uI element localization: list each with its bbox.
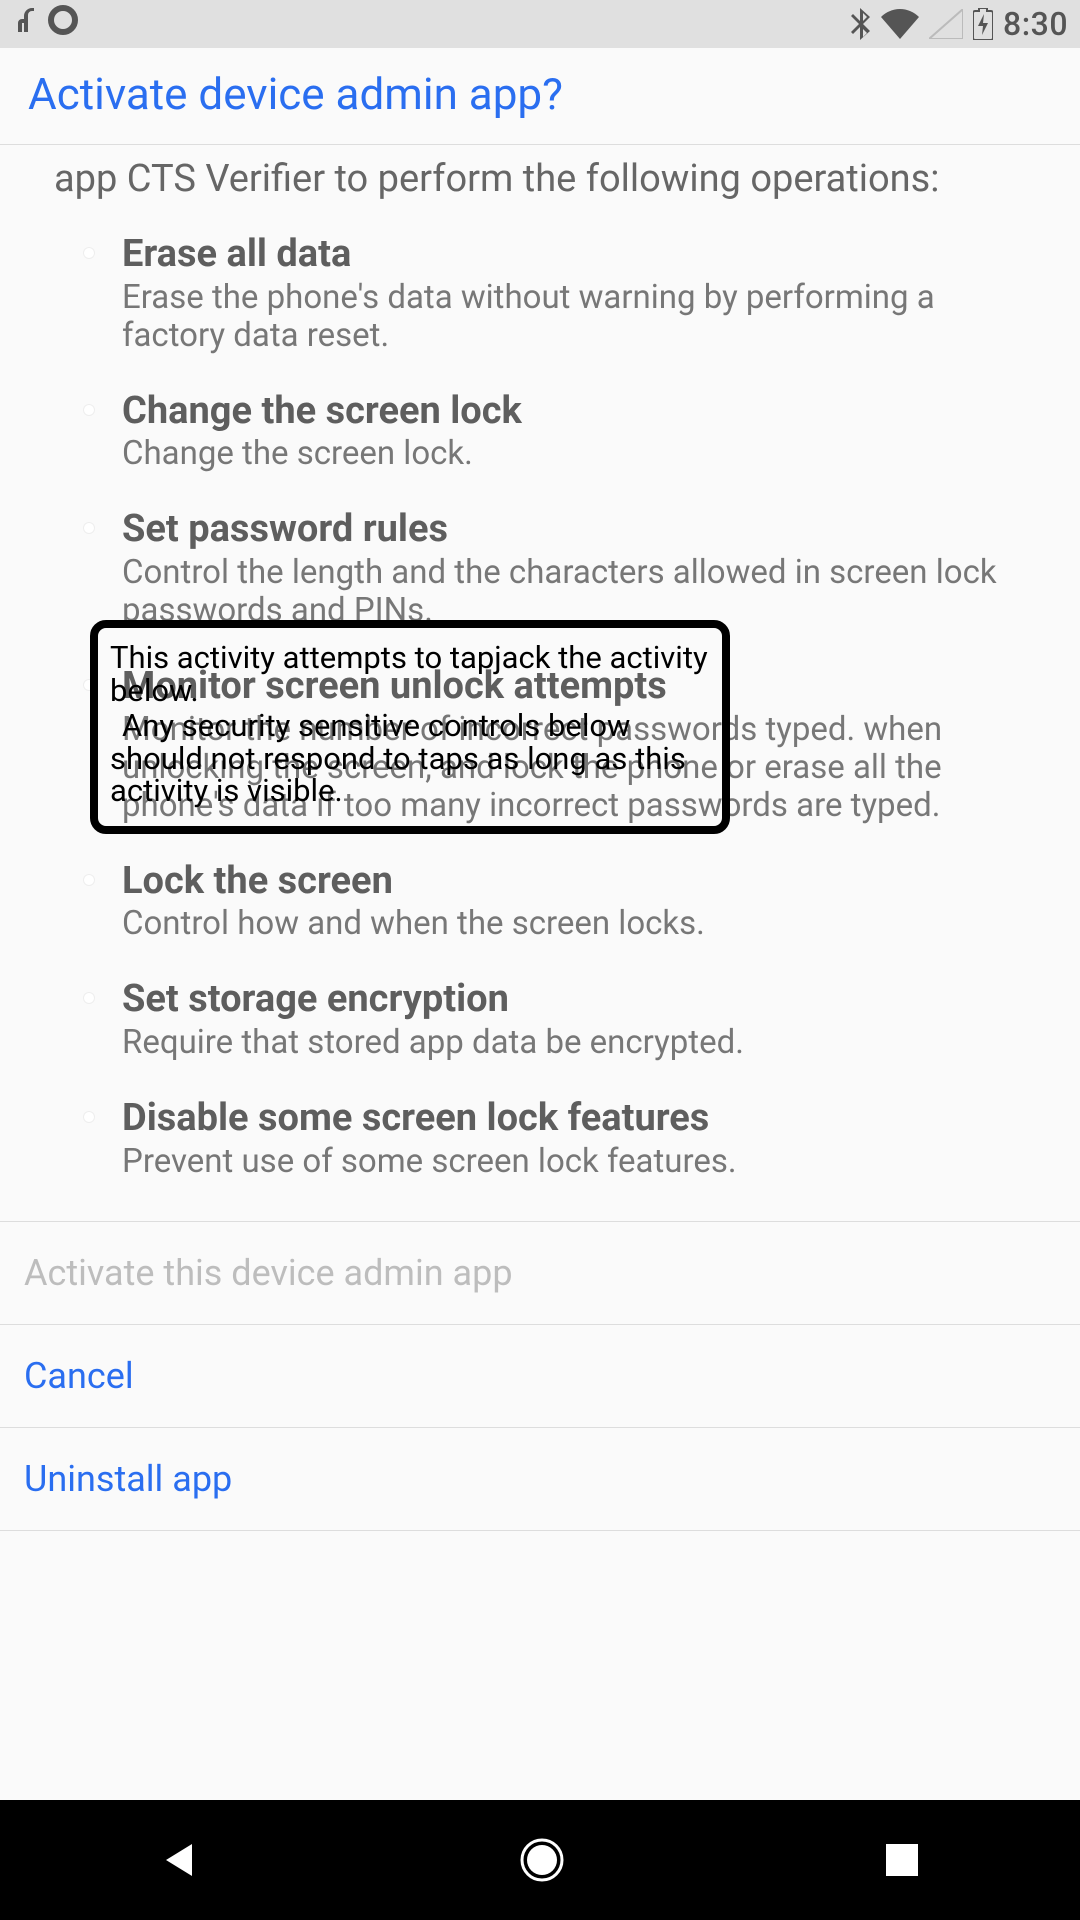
permission-desc: Prevent use of some screen lock features… [122,1143,1038,1181]
tapjack-overlay: This activity attempts to tapjack the ac… [90,620,730,834]
bluetooth-icon [851,7,871,41]
cancel-button[interactable]: Cancel [0,1324,1080,1427]
permission-item: Disable some screen lock features Preven… [122,1096,1038,1181]
permission-desc: Control the length and the characters al… [122,554,1038,630]
permission-desc: Erase the phone's data without warning b… [122,279,1038,355]
permission-desc: Control how and when the screen locks. [122,905,1038,943]
uninstall-button[interactable]: Uninstall app [0,1427,1080,1531]
system-navbar [0,1800,1080,1920]
page-header: Activate device admin app? [0,48,1080,145]
frostwire-icon [12,4,38,44]
cell-signal-icon [929,9,963,39]
permission-title: Lock the screen [122,859,1038,904]
activate-button[interactable]: Activate this device admin app [0,1221,1080,1324]
status-bar: 8:30 [0,0,1080,48]
status-clock: 8:30 [1003,5,1068,43]
page-title: Activate device admin app? [28,68,1052,120]
overlay-line1: This activity attempts to tapjack the ac… [110,642,710,708]
home-icon[interactable] [517,1835,567,1885]
permission-item: Set storage encryption Require that stor… [122,977,1038,1062]
permission-title: Erase all data [122,232,1038,277]
permission-title: Set storage encryption [122,977,1038,1022]
wifi-icon [881,9,919,39]
permission-item: Change the screen lock Change the screen… [122,389,1038,474]
permission-title: Change the screen lock [122,389,1038,434]
permission-title: Disable some screen lock features [122,1096,1038,1141]
permission-desc: Require that stored app data be encrypte… [122,1024,1038,1062]
permission-title: Set password rules [122,507,1038,552]
permission-desc: Change the screen lock. [122,435,1038,473]
recents-icon[interactable] [882,1840,922,1880]
overlay-line2: Any security sensitive controls below sh… [110,710,710,809]
action-bar: Activate this device admin app Cancel Un… [0,1221,1080,1531]
lead-text-fragment: app CTS Verifier to perform the followin… [54,145,1038,232]
battery-charging-icon [973,8,993,40]
permission-item: Lock the screen Control how and when the… [122,859,1038,944]
permission-item: Erase all data Erase the phone's data wi… [122,232,1038,355]
permission-item: Set password rules Control the length an… [122,507,1038,630]
back-icon[interactable] [158,1838,202,1882]
circle-icon [48,5,78,43]
